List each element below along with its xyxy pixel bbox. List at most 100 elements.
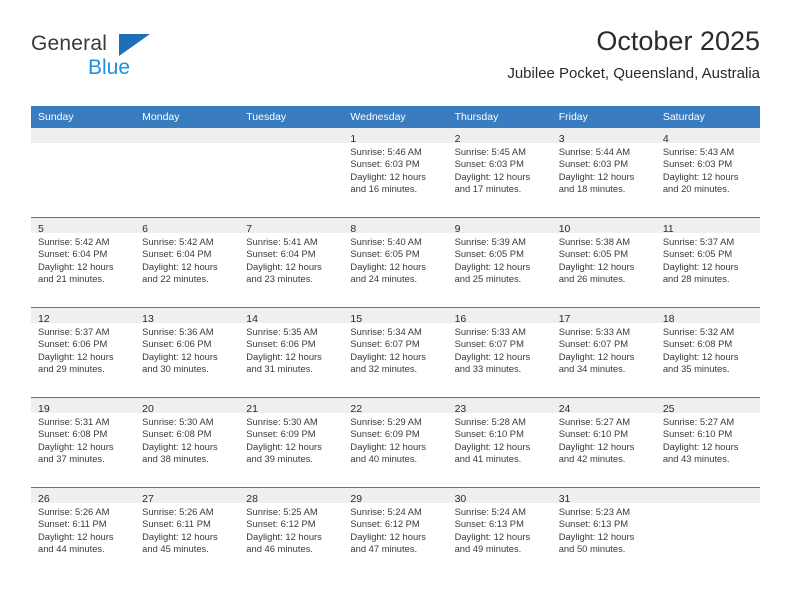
day-detail-line: Daylight: 12 hours: [38, 440, 114, 452]
triangle-icon: [119, 34, 150, 56]
day-number-band: 12: [31, 308, 136, 325]
calendar-day-cell[interactable]: 19 Sunrise: 5:31 AM Sunset: 6:08 PM Dayligh…: [31, 397, 136, 488]
day-details: Sunrise: 5:27 AM Sunset: 6:10 PM Daylight:…: [552, 413, 656, 465]
day-number: 30: [454, 493, 467, 505]
calendar-day-cell[interactable]: 16 Sunrise: 5:33 AM Sunset: 6:07 PM Dayligh…: [447, 307, 552, 398]
day-detail-line: Sunset: 6:13 PM: [454, 518, 524, 530]
general-blue-logo[interactable]: General Blue: [31, 32, 221, 88]
day-details: Sunrise: 5:39 AM Sunset: 6:05 PM Daylight:…: [448, 233, 552, 285]
day-details: Sunrise: 5:42 AM Sunset: 6:04 PM Daylight:…: [31, 233, 135, 285]
calendar-day-cell[interactable]: 27 Sunrise: 5:26 AM Sunset: 6:11 PM Dayligh…: [135, 487, 240, 577]
day-detail-line: Daylight: 12 hours: [350, 260, 426, 272]
calendar-day-cell[interactable]: 6 Sunrise: 5:42 AM Sunset: 6:04 PM Daylight…: [135, 217, 240, 308]
day-number: 15: [350, 313, 363, 325]
day-number: 10: [558, 223, 571, 235]
calendar-day-cell[interactable]: 18 Sunrise: 5:32 AM Sunset: 6:08 PM Dayligh…: [655, 307, 760, 398]
day-detail-line: and 34 minutes.: [558, 362, 626, 374]
day-detail-line: Daylight: 12 hours: [38, 350, 114, 362]
weekday-header-friday: Friday: [551, 106, 656, 128]
calendar-day-cell[interactable]: 24 Sunrise: 5:27 AM Sunset: 6:10 PM Dayligh…: [551, 397, 656, 488]
day-number-band: 8: [343, 218, 448, 235]
day-detail-line: Daylight: 12 hours: [38, 530, 114, 542]
calendar-header-row: Sunday Monday Tuesday Wednesday Thursday Frid…: [31, 106, 760, 128]
calendar-day-cell[interactable]: 21 Sunrise: 5:30 AM Sunset: 6:09 PM Dayligh…: [239, 397, 344, 488]
day-detail-line: Sunrise: 5:41 AM: [246, 236, 318, 247]
day-detail-line: and 39 minutes.: [246, 452, 313, 464]
day-number: 25: [662, 403, 675, 415]
day-details: Sunrise: 5:32 AM Sunset: 6:08 PM Daylight:…: [656, 323, 760, 375]
calendar-day-cell[interactable]: 7 Sunrise: 5:41 AM Sunset: 6:04 PM Daylight…: [239, 217, 344, 308]
calendar-day-cell[interactable]: 25 Sunrise: 5:27 AM Sunset: 6:10 PM Dayligh…: [655, 397, 760, 488]
day-detail-line: Sunset: 6:05 PM: [454, 248, 524, 260]
day-number: 5: [38, 223, 44, 235]
day-details: Sunrise: 5:38 AM Sunset: 6:05 PM Daylight:…: [552, 233, 656, 285]
calendar-day-cell[interactable]: 30 Sunrise: 5:24 AM Sunset: 6:13 PM Dayligh…: [447, 487, 552, 577]
calendar-day-cell[interactable]: 10 Sunrise: 5:38 AM Sunset: 6:05 PM Dayligh…: [551, 217, 656, 308]
calendar-day-cell[interactable]: 5 Sunrise: 5:42 AM Sunset: 6:04 PM Daylight…: [31, 217, 136, 308]
day-details: [239, 143, 343, 146]
calendar-day-cell[interactable]: 31 Sunrise: 5:23 AM Sunset: 6:13 PM Dayligh…: [551, 487, 656, 577]
calendar-day-cell[interactable]: 3 Sunrise: 5:44 AM Sunset: 6:03 PM Daylight…: [551, 128, 656, 218]
calendar-day-cell[interactable]: 8 Sunrise: 5:40 AM Sunset: 6:05 PM Daylight…: [343, 217, 448, 308]
day-number-band: [655, 488, 760, 503]
calendar-day-cell[interactable]: 28 Sunrise: 5:25 AM Sunset: 6:12 PM Dayligh…: [239, 487, 344, 577]
logo-text-general: General: [31, 32, 108, 55]
calendar-day-cell[interactable]: 20 Sunrise: 5:30 AM Sunset: 6:08 PM Dayligh…: [135, 397, 240, 488]
calendar-day-cell[interactable]: 17 Sunrise: 5:33 AM Sunset: 6:07 PM Dayligh…: [551, 307, 656, 398]
calendar-day-cell[interactable]: 1 Sunrise: 5:46 AM Sunset: 6:03 PM Daylight…: [343, 128, 448, 218]
day-detail-line: Daylight: 12 hours: [558, 260, 635, 272]
calendar-day-cell[interactable]: 12 Sunrise: 5:37 AM Sunset: 6:06 PM Dayligh…: [31, 307, 136, 398]
calendar-day-cell[interactable]: 4 Sunrise: 5:43 AM Sunset: 6:03 PM Daylight…: [655, 128, 760, 218]
day-detail-line: and 44 minutes.: [38, 542, 105, 554]
day-details: Sunrise: 5:33 AM Sunset: 6:07 PM Daylight:…: [448, 323, 552, 375]
day-detail-line: and 45 minutes.: [142, 542, 209, 554]
day-number: 29: [350, 493, 363, 505]
day-number: 18: [662, 313, 675, 325]
day-number: 19: [38, 403, 50, 415]
day-detail-line: Daylight: 12 hours: [662, 170, 739, 182]
day-detail-line: Sunset: 6:03 PM: [454, 158, 524, 170]
day-number-band: 19: [31, 398, 136, 415]
day-details: Sunrise: 5:42 AM Sunset: 6:04 PM Daylight:…: [135, 233, 239, 285]
day-detail-line: and 28 minutes.: [662, 272, 730, 284]
day-detail-line: Sunset: 6:09 PM: [246, 428, 316, 440]
day-details: Sunrise: 5:33 AM Sunset: 6:07 PM Daylight:…: [552, 323, 656, 375]
day-number-band: 22: [343, 398, 448, 415]
calendar-day-cell[interactable]: 22 Sunrise: 5:29 AM Sunset: 6:09 PM Dayligh…: [343, 397, 448, 488]
day-details: Sunrise: 5:41 AM Sunset: 6:04 PM Daylight:…: [239, 233, 343, 285]
day-detail-line: and 40 minutes.: [350, 452, 418, 464]
day-detail-line: Sunrise: 5:24 AM: [350, 506, 422, 517]
day-number-band: 13: [135, 308, 240, 325]
day-detail-line: and 47 minutes.: [350, 542, 418, 554]
calendar-day-cell[interactable]: 23 Sunrise: 5:28 AM Sunset: 6:10 PM Dayligh…: [447, 397, 552, 488]
day-detail-line: Daylight: 12 hours: [350, 170, 426, 182]
day-details: [656, 503, 760, 506]
day-number: 7: [246, 223, 253, 235]
day-detail-line: Daylight: 12 hours: [558, 350, 635, 362]
calendar-day-cell[interactable]: 29 Sunrise: 5:24 AM Sunset: 6:12 PM Dayligh…: [343, 487, 448, 577]
calendar-day-cell[interactable]: 15 Sunrise: 5:34 AM Sunset: 6:07 PM Dayligh…: [343, 307, 448, 398]
calendar-day-cell[interactable]: 26 Sunrise: 5:26 AM Sunset: 6:11 PM Dayligh…: [31, 487, 136, 577]
day-number-band: 29: [343, 488, 448, 505]
day-detail-line: Daylight: 12 hours: [350, 350, 426, 362]
calendar-day-cell[interactable]: 11 Sunrise: 5:37 AM Sunset: 6:05 PM Dayligh…: [655, 217, 760, 308]
day-detail-line: Sunset: 6:13 PM: [558, 518, 629, 530]
calendar-day-cell[interactable]: 13 Sunrise: 5:36 AM Sunset: 6:06 PM Dayligh…: [135, 307, 240, 398]
day-details: Sunrise: 5:45 AM Sunset: 6:03 PM Daylight:…: [448, 143, 552, 195]
day-number-band: 15: [343, 308, 448, 325]
day-detail-line: Sunset: 6:11 PM: [38, 518, 107, 530]
calendar-day-cell[interactable]: 9 Sunrise: 5:39 AM Sunset: 6:05 PM Daylight…: [447, 217, 552, 308]
day-detail-line: Sunrise: 5:36 AM: [142, 326, 214, 337]
calendar-day-cell[interactable]: 14 Sunrise: 5:35 AM Sunset: 6:06 PM Dayligh…: [239, 307, 344, 398]
page-header: General Blue October 2025 Jubilee Pocket…: [31, 24, 760, 98]
day-detail-line: Sunrise: 5:35 AM: [246, 326, 318, 337]
day-detail-line: Sunrise: 5:40 AM: [350, 236, 422, 247]
day-detail-line: Sunset: 6:04 PM: [246, 248, 316, 260]
day-detail-line: Daylight: 12 hours: [142, 440, 218, 452]
day-detail-line: Sunrise: 5:39 AM: [454, 236, 526, 247]
day-detail-line: and 20 minutes.: [662, 182, 730, 194]
calendar-day-cell[interactable]: 2 Sunrise: 5:45 AM Sunset: 6:03 PM Daylight…: [447, 128, 552, 218]
day-detail-line: Sunrise: 5:44 AM: [558, 146, 631, 157]
day-number-band: [135, 128, 240, 143]
day-detail-line: and 49 minutes.: [454, 542, 522, 554]
